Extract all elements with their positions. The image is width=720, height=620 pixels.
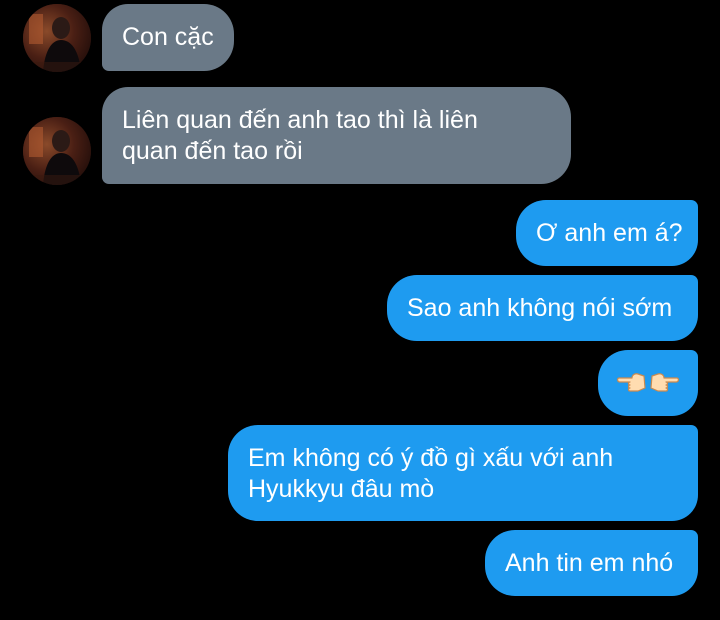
avatar-photo bbox=[23, 4, 91, 72]
message-bubble-outgoing[interactable]: Ơ anh em á? bbox=[516, 200, 698, 266]
message-text: Ơ anh em á? bbox=[536, 219, 683, 247]
point-right-icon bbox=[650, 373, 679, 392]
message-text: Con cặc bbox=[122, 23, 214, 51]
message-bubble-incoming[interactable]: Liên quan đến anh tao thì là liên quan đ… bbox=[102, 87, 571, 184]
point-left-icon bbox=[617, 373, 646, 392]
message-text: Sao anh không nói sớm bbox=[407, 294, 673, 322]
contact-avatar[interactable] bbox=[23, 117, 91, 185]
message-text: Anh tin em nhó bbox=[505, 549, 674, 577]
message-bubble-outgoing[interactable]: Sao anh không nói sớm bbox=[387, 275, 698, 341]
message-text-line: Liên quan đến anh tao thì là liên bbox=[122, 106, 478, 134]
message-text-line: quan đến tao rồi bbox=[122, 137, 303, 165]
message-text-line: Hyukkyu đâu mò bbox=[248, 475, 435, 503]
message-bubble-emoji[interactable] bbox=[598, 350, 698, 416]
avatar-photo bbox=[23, 117, 91, 185]
message-bubble-incoming[interactable]: Con cặc bbox=[102, 4, 234, 71]
message-bubble-outgoing[interactable]: Em không có ý đồ gì xấu với anh Hyukkyu … bbox=[228, 425, 698, 521]
contact-avatar[interactable] bbox=[23, 4, 91, 72]
message-bubble-outgoing[interactable]: Anh tin em nhó bbox=[485, 530, 698, 596]
message-text-line: Em không có ý đồ gì xấu với anh bbox=[248, 444, 614, 472]
